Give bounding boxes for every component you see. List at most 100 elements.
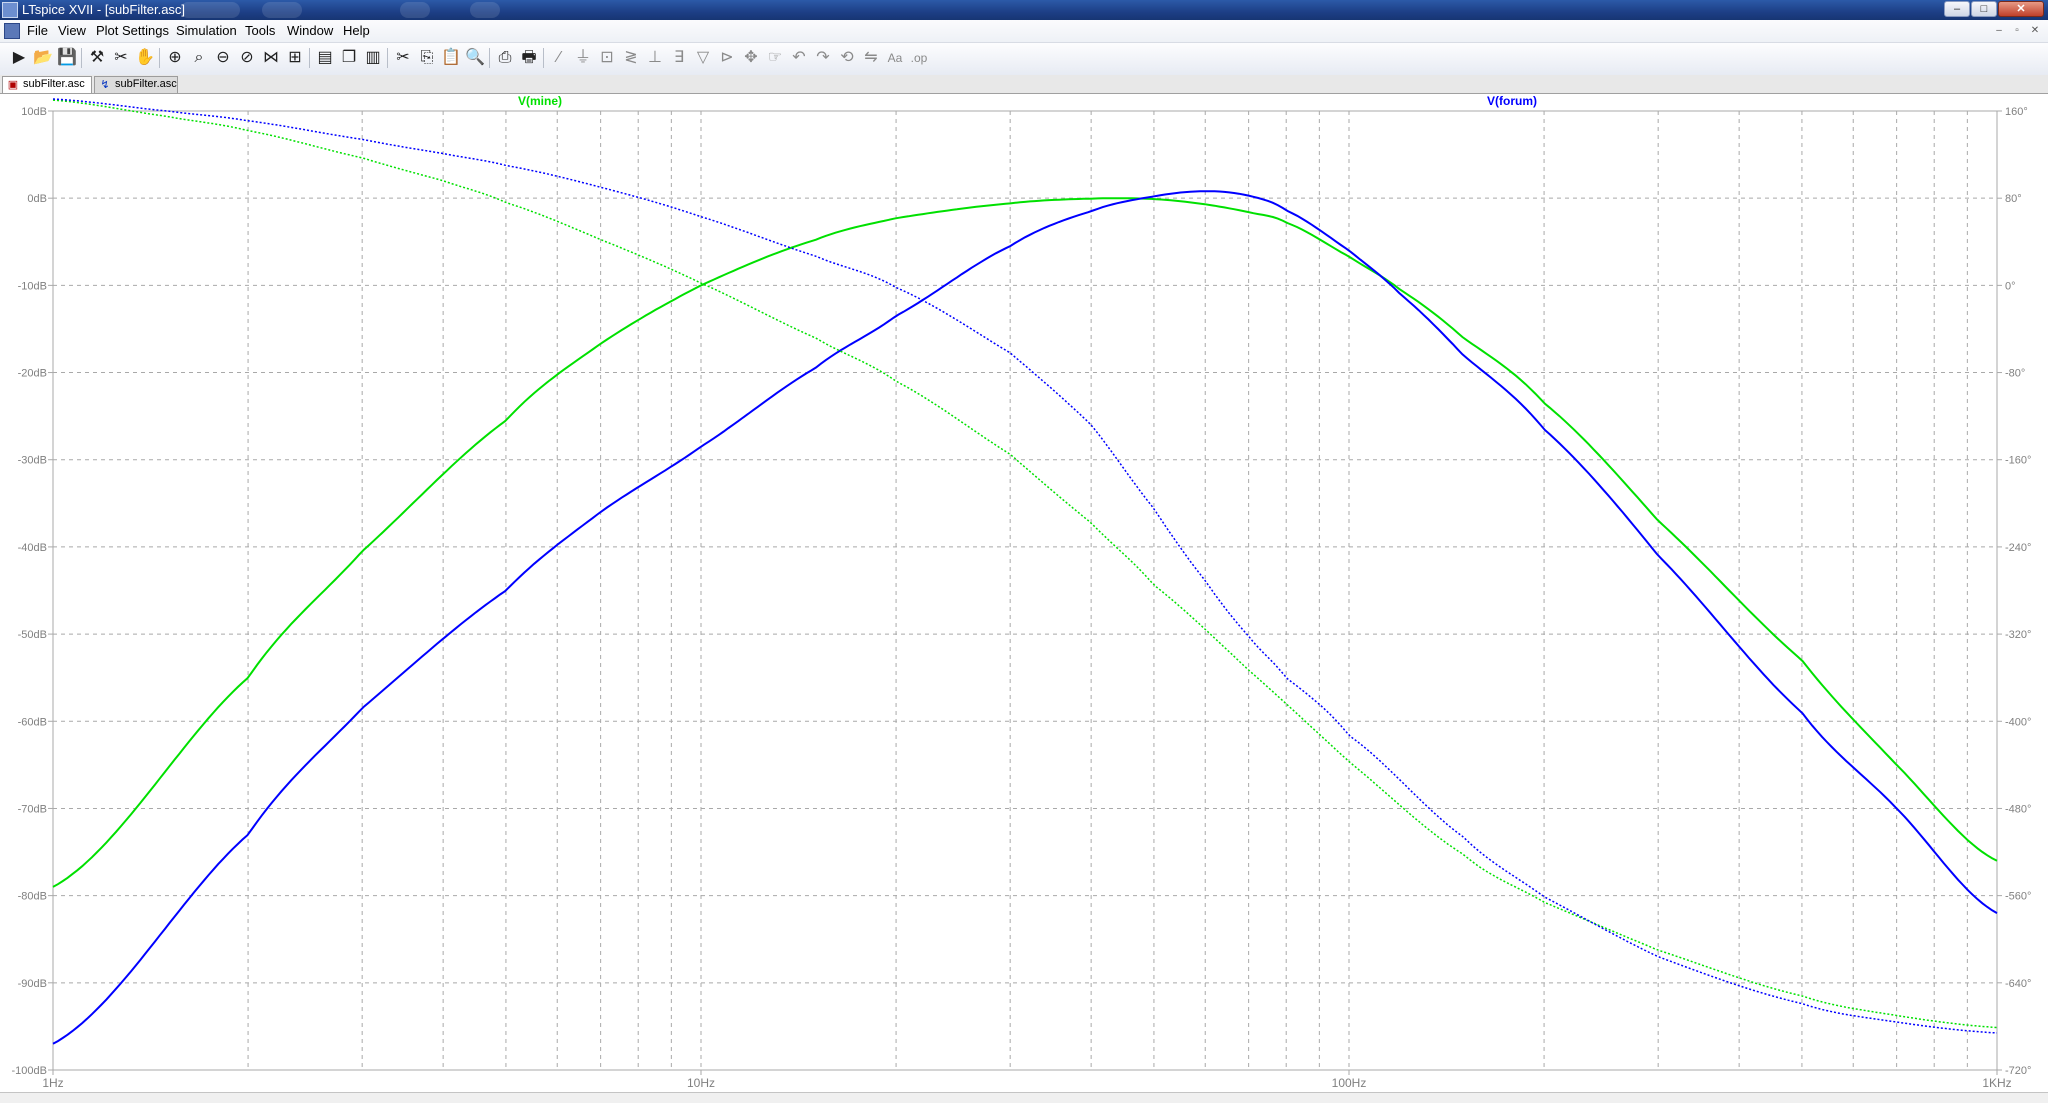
x-tick-label: 100Hz [1332, 1076, 1367, 1090]
trace-legend-vforum[interactable]: V(forum) [1487, 94, 1537, 108]
menu-view[interactable]: View [58, 23, 86, 39]
mdi-minimize-button[interactable]: – [1992, 24, 2006, 38]
cascade-icon[interactable]: ❐ [338, 47, 360, 69]
ltspice-app-icon[interactable] [2, 2, 18, 18]
toolbar-separator [159, 48, 160, 68]
y-right-tick-label: -240° [2005, 542, 2031, 554]
main-toolbar: ▶ 📂 💾 ⚒ ✂ ✋ ⊕ ⌕ ⊖ ⊘ ⋈ ⊞ ▤ ❐ ▥ ✂ ⎘ 📋 🔍 ⎙ 🖶 ∕ ⏚ ⊡ ≷ ⊥ ∃ ▽ ⊳ ✥ ☞ ↶ ↷ ⟲ ⇋ Aa .op [0, 43, 2048, 76]
component-icon[interactable]: ⊳ [716, 47, 738, 69]
window-maximize-button[interactable]: □ [1971, 1, 1997, 17]
ground-icon[interactable]: ⏚ [572, 47, 594, 69]
move-icon[interactable]: ✥ [740, 47, 762, 69]
text-icon[interactable]: Aa [884, 47, 906, 69]
y-left-tick-label: 0dB [27, 193, 47, 205]
x-tick-label: 10Hz [687, 1076, 715, 1090]
toolbar-separator [387, 48, 388, 68]
zoom-out-icon[interactable]: ⊖ [212, 47, 234, 69]
zoom-cancel-icon[interactable]: ⊘ [236, 47, 258, 69]
rotate-icon[interactable]: ⟲ [836, 47, 858, 69]
menu-plot-settings[interactable]: Plot Settings [96, 23, 169, 39]
toolbar-separator [81, 48, 82, 68]
menu-help[interactable]: Help [343, 23, 370, 39]
halt-icon[interactable]: ✂ [110, 47, 132, 69]
tab-schematic[interactable]: ▣ subFilter.asc [2, 76, 92, 93]
window-title-bar[interactable]: LTspice XVII - [subFilter.asc] – □ ✕ [0, 0, 2048, 20]
tile-horizontal-icon[interactable]: ▤ [314, 47, 336, 69]
probe-icon[interactable]: ⚒ [86, 47, 108, 69]
menu-file[interactable]: File [27, 23, 48, 39]
titlebar-decoration [262, 2, 302, 18]
waveform-viewer[interactable]: 10dB 0dB -10dB -20dB -30dB -40dB -50dB -60dB -70… [0, 94, 2048, 1092]
run-icon[interactable]: ▶ [8, 47, 30, 69]
y-left-tick-label: -50dB [18, 629, 47, 641]
trace-vmine-phase[interactable] [52, 99, 1998, 1029]
open-icon[interactable]: 📂 [32, 47, 54, 69]
y-left-tick-label: -80dB [18, 891, 47, 903]
menu-simulation[interactable]: Simulation [176, 23, 237, 39]
y-left-tick-label: -30dB [18, 455, 47, 467]
x-tick-label: 1KHz [1982, 1076, 2011, 1090]
y-left-tick-label: 10dB [21, 106, 47, 118]
trace-vmine-magnitude[interactable] [52, 197, 1998, 888]
tab-label: subFilter.asc [115, 78, 177, 90]
tab-waveform[interactable]: ↯ subFilter.asc [94, 76, 178, 93]
label-icon[interactable]: ⊡ [596, 47, 618, 69]
toolbar-separator [543, 48, 544, 68]
zoom-in-icon[interactable]: ⊕ [164, 47, 186, 69]
window-title: LTspice XVII - [subFilter.asc] [22, 2, 186, 17]
y-left-tick-label: -70dB [18, 803, 47, 815]
save-icon[interactable]: 💾 [56, 47, 78, 69]
spice-directive-icon[interactable]: .op [908, 47, 930, 69]
y-left-tick-label: -60dB [18, 716, 47, 728]
drag-icon[interactable]: ☞ [764, 47, 786, 69]
mirror-icon[interactable]: ⇋ [860, 47, 882, 69]
menu-window[interactable]: Window [287, 23, 333, 39]
inductor-icon[interactable]: ∃ [668, 47, 690, 69]
menu-tools[interactable]: Tools [245, 23, 275, 39]
redo-icon[interactable]: ↷ [812, 47, 834, 69]
y-right-tick-label: -320° [2005, 629, 2031, 641]
y-right-tick-label: -640° [2005, 978, 2031, 990]
schematic-icon: ▣ [7, 79, 19, 91]
tile-vertical-icon[interactable]: ▥ [362, 47, 384, 69]
find-icon[interactable]: 🔍 [464, 47, 486, 69]
y-left-tick-label: -40dB [18, 542, 47, 554]
y-right-tick-label: 0° [2005, 280, 2016, 292]
undo-icon[interactable]: ↶ [788, 47, 810, 69]
y-left-tick-label: -20dB [18, 368, 47, 380]
y-right-tick-label: -80° [2005, 368, 2025, 380]
print-icon[interactable]: 🖶 [518, 47, 540, 69]
waveform-icon: ↯ [100, 79, 110, 91]
waveform-plot[interactable]: 10dB 0dB -10dB -20dB -30dB -40dB -50dB -60dB -70… [0, 94, 2048, 1092]
titlebar-decoration [400, 2, 430, 18]
diode-icon[interactable]: ▽ [692, 47, 714, 69]
fit-icon[interactable]: ⊞ [284, 47, 306, 69]
titlebar-decoration [180, 2, 240, 18]
titlebar-decoration [470, 2, 500, 18]
zoom-area-icon[interactable]: ⌕ [188, 47, 210, 69]
autorange-icon[interactable]: ⋈ [260, 47, 282, 69]
hand-icon[interactable]: ✋ [134, 47, 156, 69]
trace-vforum-magnitude[interactable] [52, 190, 1998, 1045]
capacitor-icon[interactable]: ⊥ [644, 47, 666, 69]
cut-icon[interactable]: ✂ [392, 47, 414, 69]
print-preview-icon[interactable]: ⎙ [494, 47, 516, 69]
toolbar-separator [309, 48, 310, 68]
y-right-tick-label: -560° [2005, 891, 2031, 903]
status-bar [0, 1092, 2048, 1103]
wire-icon[interactable]: ∕ [548, 47, 570, 69]
y-right-tick-label: -400° [2005, 716, 2031, 728]
y-left-tick-label: -10dB [18, 280, 47, 292]
y-right-tick-label: 160° [2005, 106, 2028, 118]
mdi-restore-button[interactable]: ▫ [2010, 24, 2024, 38]
document-menu-icon[interactable] [4, 23, 20, 39]
window-close-button[interactable]: ✕ [1998, 1, 2044, 17]
mdi-close-button[interactable]: ✕ [2028, 24, 2042, 38]
tab-label: subFilter.asc [23, 78, 85, 90]
window-minimize-button[interactable]: – [1944, 1, 1970, 17]
copy-icon[interactable]: ⎘ [416, 47, 438, 69]
resistor-icon[interactable]: ≷ [620, 47, 642, 69]
y-right-tick-label: -160° [2005, 455, 2031, 467]
trace-legend-vmine[interactable]: V(mine) [518, 94, 562, 108]
paste-icon[interactable]: 📋 [440, 47, 462, 69]
